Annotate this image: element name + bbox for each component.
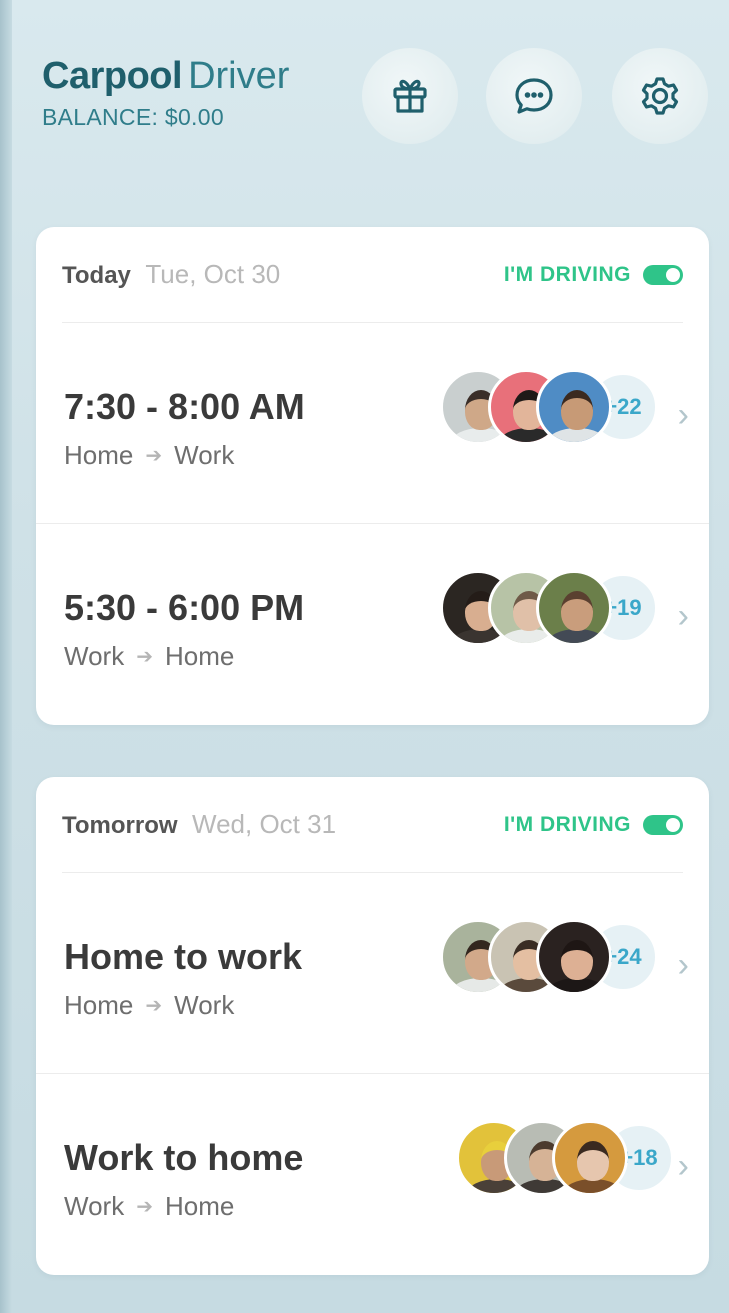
app-screen: Carpool Driver BALANCE: $0.00 Today Tue,… (0, 0, 729, 1313)
route-from: Home (64, 440, 134, 470)
card-header: Today Tue, Oct 30 I'M DRIVING (62, 227, 683, 323)
day-date: Wed, Oct 31 (192, 809, 337, 839)
ride-time: 5:30 - 6:00 PM (64, 587, 305, 628)
avatar (536, 919, 612, 995)
route-to: Work (174, 440, 235, 470)
driving-label: I'M DRIVING (503, 812, 631, 836)
messages-button[interactable] (486, 48, 582, 144)
edge-shade (0, 0, 12, 1313)
ride-time: 7:30 - 8:00 AM (64, 386, 305, 427)
ride-name: Work to home (64, 1137, 304, 1178)
gift-icon (393, 79, 427, 113)
ride-row[interactable]: 7:30 - 8:00 AM Home ➔ Work +22 › (36, 324, 709, 524)
route-to: Home (164, 641, 235, 671)
settings-icon (641, 77, 679, 115)
day-card-today: Today Tue, Oct 30 I'M DRIVING 7:30 - 8:0… (36, 227, 709, 725)
header: Carpool Driver BALANCE: $0.00 (42, 55, 289, 131)
toggle-switch[interactable] (643, 814, 683, 835)
rider-avatars: +18 (456, 1120, 674, 1196)
chevron-right-icon: › (677, 396, 689, 434)
avatar (536, 369, 612, 445)
route-to: Work (174, 990, 235, 1020)
day-label: Today (62, 262, 131, 289)
day-card-tomorrow: Tomorrow Wed, Oct 31 I'M DRIVING Home to… (36, 777, 709, 1275)
arrow-right-icon: ➔ (136, 646, 153, 668)
chevron-right-icon: › (677, 1147, 689, 1185)
avatar (552, 1120, 628, 1196)
day-date: Tue, Oct 30 (145, 259, 281, 289)
arrow-right-icon: ➔ (145, 445, 163, 467)
chat-icon (515, 78, 553, 114)
toggle-switch[interactable] (643, 264, 683, 285)
driving-toggle[interactable]: I'M DRIVING (504, 263, 683, 287)
day-label: Tomorrow (62, 812, 178, 839)
app-title: Carpool Driver (42, 55, 289, 98)
day-heading: Today Tue, Oct 30 (62, 259, 280, 290)
ride-row[interactable]: 5:30 - 6:00 PM Work ➔ Home +19 › (36, 525, 709, 725)
brand-subtitle: Driver (188, 55, 290, 97)
arrow-right-icon: ➔ (136, 1196, 153, 1218)
route-to: Home (164, 1191, 235, 1221)
rider-avatars: +22 (440, 369, 658, 445)
avatar (536, 570, 612, 646)
rider-avatars: +24 (440, 919, 658, 995)
ride-row[interactable]: Work to home Work ➔ Home +18 › (36, 1075, 709, 1275)
route-from: Work (64, 641, 125, 671)
ride-route: Home ➔ Work (64, 990, 234, 1021)
route-from: Home (64, 990, 134, 1020)
driving-toggle[interactable]: I'M DRIVING (504, 813, 683, 837)
balance-label: BALANCE: $0.00 (42, 104, 224, 130)
ride-row[interactable]: Home to work Home ➔ Work +24 › (36, 874, 709, 1074)
ride-route: Home ➔ Work (64, 440, 234, 471)
ride-name: Home to work (64, 936, 303, 977)
gift-button[interactable] (362, 48, 458, 144)
settings-button[interactable] (612, 48, 708, 144)
driving-label: I'M DRIVING (503, 262, 631, 286)
ride-route: Work ➔ Home (64, 1191, 234, 1222)
chevron-right-icon: › (677, 946, 689, 984)
rider-avatars: +19 (440, 570, 658, 646)
day-heading: Tomorrow Wed, Oct 31 (62, 809, 336, 840)
ride-route: Work ➔ Home (64, 641, 234, 672)
arrow-right-icon: ➔ (145, 995, 163, 1017)
brand-name: Carpool (42, 55, 183, 97)
chevron-right-icon: › (677, 597, 689, 635)
card-header: Tomorrow Wed, Oct 31 I'M DRIVING (62, 777, 683, 873)
route-from: Work (64, 1191, 125, 1221)
